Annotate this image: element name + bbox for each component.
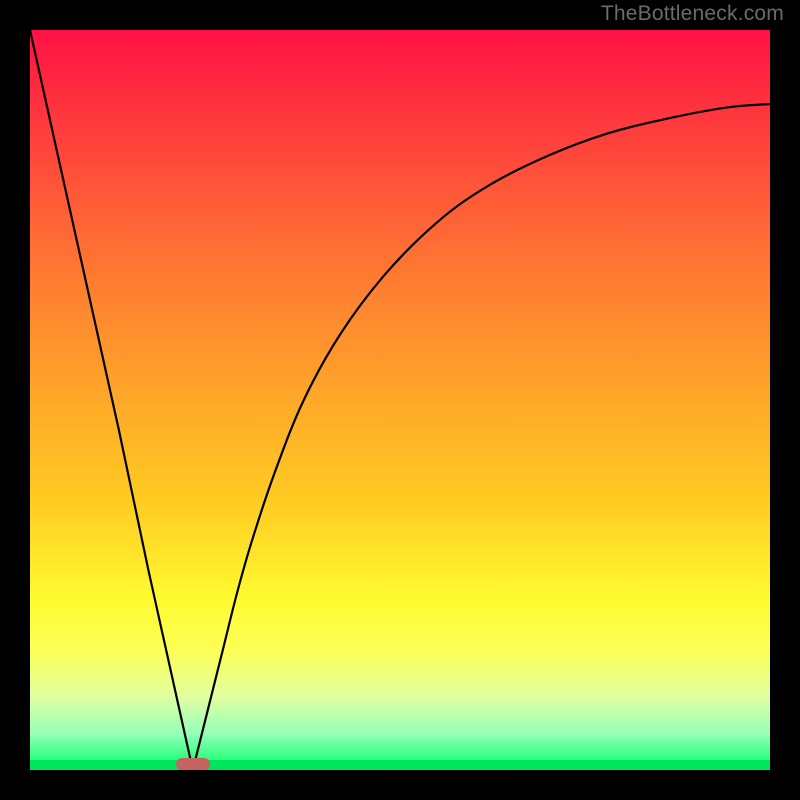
bottleneck-curve	[30, 30, 770, 770]
curve-path	[30, 30, 770, 770]
chart-frame: TheBottleneck.com	[0, 0, 800, 800]
watermark-text: TheBottleneck.com	[601, 2, 784, 26]
plot-area	[30, 30, 770, 770]
optimal-marker	[176, 758, 210, 770]
